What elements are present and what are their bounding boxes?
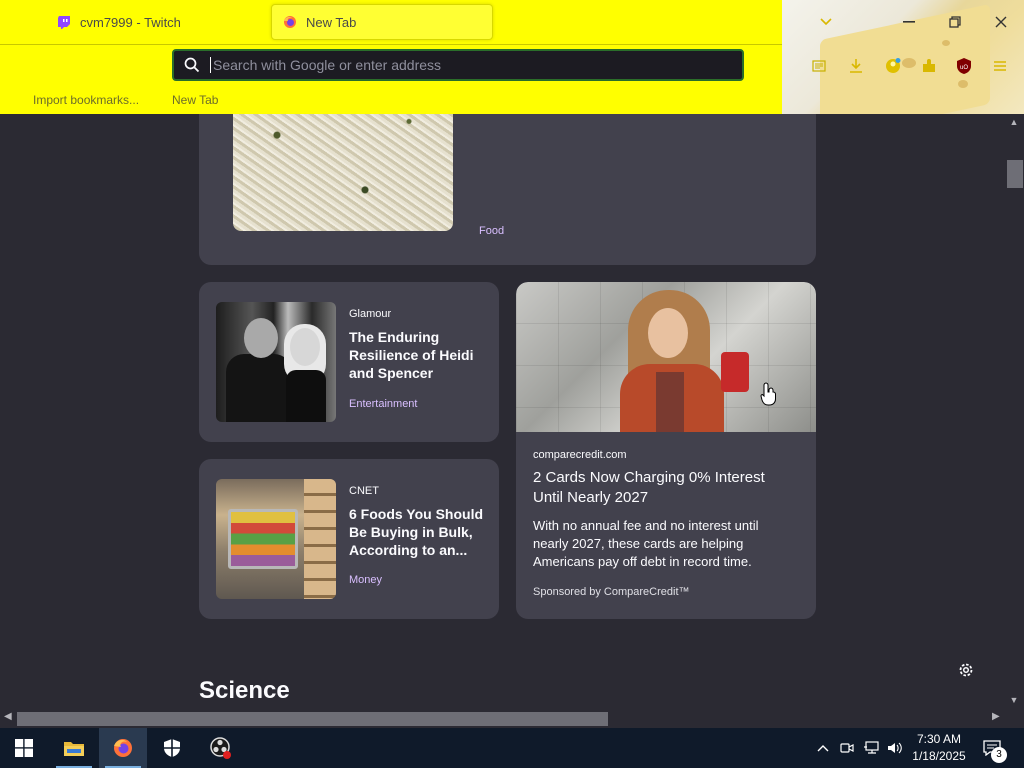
obs-icon: [210, 737, 231, 759]
network-icon[interactable]: [861, 738, 881, 758]
clock-time: 7:30 AM: [916, 732, 962, 746]
sponsored-source: comparecredit.com: [533, 449, 627, 461]
vertical-scrollbar[interactable]: ▲ ▼: [1004, 114, 1024, 710]
tab-label: New Tab: [306, 14, 357, 30]
section-heading: Science: [199, 677, 290, 704]
sponsored-label: Sponsored by CompareCredit™: [533, 586, 690, 598]
taskbar-security[interactable]: [148, 728, 196, 768]
text-caret: [210, 57, 211, 73]
scroll-left-icon[interactable]: ◀: [4, 711, 12, 722]
tab-new-tab[interactable]: New Tab: [271, 4, 493, 40]
minimize-button[interactable]: [897, 10, 921, 34]
twitch-icon: [56, 14, 72, 30]
scroll-up-icon[interactable]: ▲: [1008, 117, 1020, 129]
tab-twitch[interactable]: cvm7999 - Twitch: [44, 4, 268, 40]
story-title: 6 Foods You Should Be Buying in Bulk, Ac…: [349, 506, 484, 558]
close-button[interactable]: [989, 10, 1013, 34]
scroll-right-icon[interactable]: ▶: [992, 711, 1000, 722]
account-icon[interactable]: [882, 55, 904, 77]
story-card-food[interactable]: Food: [199, 114, 816, 265]
sponsored-description: With no annual fee and no interest until…: [533, 518, 759, 569]
hand-cursor-icon: [760, 382, 776, 406]
taskbar-firefox[interactable]: [99, 728, 147, 768]
taskbar-obs[interactable]: [197, 728, 245, 768]
notification-badge: 3: [991, 747, 1007, 763]
gear-icon[interactable]: [957, 661, 975, 679]
story-card-cnet[interactable]: CNET 6 Foods You Should Be Buying in Bul…: [199, 459, 499, 619]
url-input[interactable]: [213, 51, 742, 79]
menu-icon[interactable]: [989, 55, 1011, 77]
bookmark-import[interactable]: Import bookmarks...: [33, 93, 139, 107]
story-category: Money: [349, 574, 383, 586]
scrollbar-corner: [1004, 710, 1024, 728]
new-tab-page: Food Glamour The Enduring Resilience of …: [0, 114, 1004, 710]
search-icon: [174, 57, 210, 73]
taskbar-file-explorer[interactable]: [50, 728, 98, 768]
sponsored-card[interactable]: comparecredit.com 2 Cards Now Charging 0…: [516, 282, 816, 619]
bookmark-new-tab[interactable]: New Tab: [172, 93, 218, 107]
sponsored-title: 2 Cards Now Charging 0% Interest Until N…: [533, 469, 765, 506]
story-image: [216, 479, 336, 599]
reader-icon[interactable]: [808, 55, 830, 77]
extensions-icon[interactable]: [918, 55, 940, 77]
start-button[interactable]: [0, 728, 48, 768]
cheese-hole: [958, 80, 968, 88]
story-image: [216, 302, 336, 422]
download-icon[interactable]: [845, 55, 867, 77]
restore-button[interactable]: [943, 10, 967, 34]
tabstrip-divider: [0, 44, 782, 45]
windows-taskbar: 7:30 AM 1/18/2025: [0, 728, 1024, 768]
vertical-scroll-thumb[interactable]: [1007, 160, 1023, 188]
volume-icon[interactable]: [885, 738, 905, 758]
story-title: The Enduring Resilience of Heidi and Spe…: [349, 329, 474, 381]
story-card-glamour[interactable]: Glamour The Enduring Resilience of Heidi…: [199, 282, 499, 442]
svg-text:uO: uO: [960, 65, 968, 71]
chevron-down-icon[interactable]: [814, 10, 838, 34]
horizontal-scroll-thumb[interactable]: [17, 712, 608, 726]
scroll-down-icon[interactable]: ▼: [1008, 695, 1020, 707]
chevron-up-icon[interactable]: [813, 738, 833, 758]
address-bar[interactable]: [172, 49, 744, 81]
ublock-origin-icon[interactable]: uO: [953, 55, 975, 77]
tab-label: cvm7999 - Twitch: [80, 14, 181, 30]
story-category: Entertainment: [349, 398, 418, 410]
folder-icon: [64, 742, 84, 756]
system-clock[interactable]: 7:30 AM 1/18/2025: [904, 731, 974, 765]
browser-toolbar: cvm7999 - Twitch New Tab uO: [0, 0, 1024, 141]
cheese-hole: [902, 58, 916, 68]
sponsored-image: [516, 282, 816, 432]
horizontal-scrollbar[interactable]: ◀ ▶: [0, 710, 1004, 728]
clock-date: 1/18/2025: [912, 749, 966, 763]
story-source: Glamour: [349, 308, 392, 320]
firefox-icon: [282, 14, 298, 30]
firefox-icon: [114, 739, 132, 757]
story-category: Food: [479, 225, 505, 237]
story-source: CNET: [349, 485, 379, 497]
shield-icon: [164, 739, 180, 757]
cheese-hole: [942, 40, 950, 46]
story-image: [233, 114, 453, 231]
windows-logo-icon: [15, 739, 33, 757]
meet-now-icon[interactable]: [837, 738, 857, 758]
